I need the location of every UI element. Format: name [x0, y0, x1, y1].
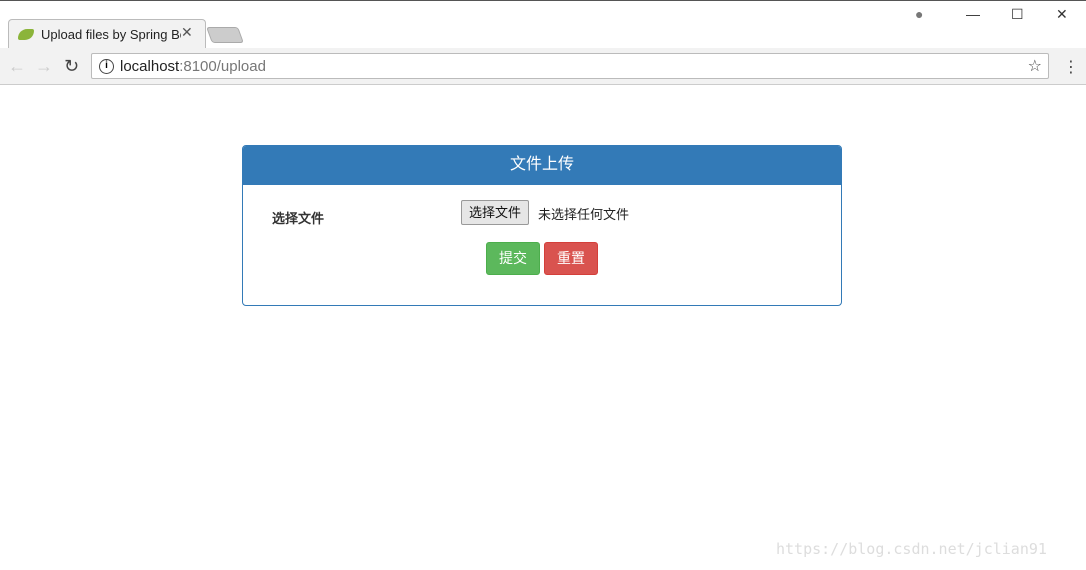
reload-icon[interactable]: ↻: [64, 56, 79, 77]
address-bar[interactable]: i localhost:8100/upload ☆: [91, 53, 1049, 79]
url-path: :8100/upload: [179, 57, 266, 75]
forward-icon[interactable]: →: [35, 56, 53, 77]
tab-title: Upload files by Spring Boot: [41, 26, 181, 42]
back-icon[interactable]: ←: [8, 56, 26, 77]
close-tab-icon[interactable]: ✕: [181, 24, 193, 41]
url-host: localhost: [120, 57, 180, 75]
choose-file-button[interactable]: 选择文件: [461, 200, 530, 225]
bookmark-star-icon[interactable]: ☆: [1028, 56, 1042, 76]
panel-title: 文件上传: [243, 146, 841, 185]
submit-button[interactable]: 提交: [486, 242, 540, 275]
spring-leaf-icon: [18, 28, 34, 40]
minimize-icon[interactable]: —: [966, 6, 980, 22]
info-icon[interactable]: i: [99, 58, 114, 74]
profile-icon[interactable]: ●: [915, 6, 923, 22]
upload-panel: 文件上传 选择文件 选择文件 未选择任何文件 提交 重置: [242, 145, 842, 306]
menu-icon[interactable]: ⋮: [1063, 57, 1079, 77]
maximize-icon[interactable]: ☐: [1011, 6, 1024, 23]
tab-content: Upload files by Spring Boot: [18, 23, 181, 45]
reset-button[interactable]: 重置: [544, 242, 598, 275]
file-label: 选择文件: [272, 211, 325, 226]
watermark: https://blog.csdn.net/jclian91: [776, 540, 1047, 558]
new-tab-button[interactable]: [206, 27, 244, 43]
file-status: 未选择任何文件: [538, 207, 630, 222]
close-window-icon[interactable]: ✕: [1056, 6, 1068, 23]
